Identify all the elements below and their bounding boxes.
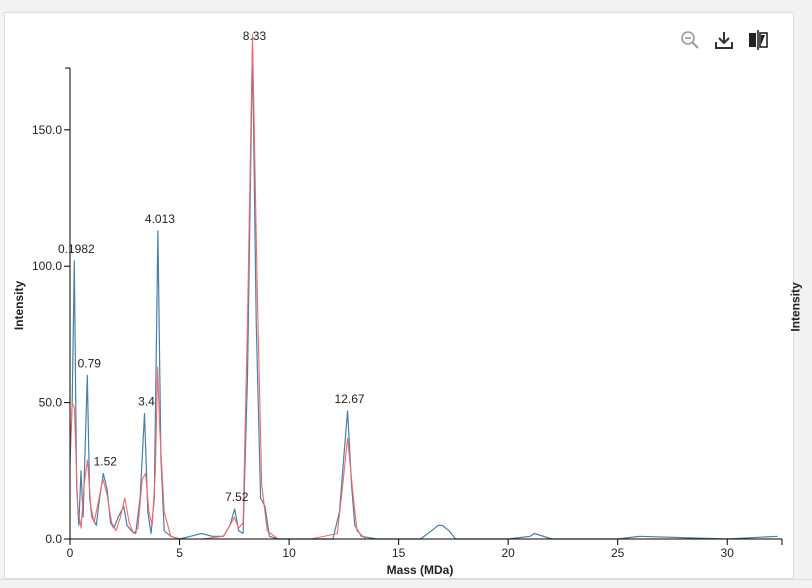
x-tick-label: 5 [176, 546, 183, 560]
peak-label: 0.1982 [58, 242, 95, 256]
peak-label: 12.67 [335, 392, 365, 406]
peak-label: 8.33 [243, 29, 267, 43]
peak-label: 1.52 [94, 455, 118, 469]
y-tick-label: 50.0 [39, 396, 63, 410]
y-axis-label: Intensity [12, 281, 26, 331]
peak-label: 0.79 [78, 356, 102, 370]
x-tick-label: 10 [282, 546, 296, 560]
series-line-1 [69, 47, 778, 540]
peak-label: 7.52 [225, 490, 249, 504]
y-tick-label: 150.0 [32, 123, 62, 137]
y-tick-label: 0.0 [45, 532, 62, 546]
x-tick-label: 20 [501, 546, 515, 560]
series-line-2 [69, 33, 778, 540]
mass-spectrum-chart: 0 5 10 15 20 25 30 0.0 50.0 100.0 150.0 Mass (MDa) I… [12, 29, 783, 577]
x-tick-label: 30 [721, 546, 735, 560]
x-tick-label: 25 [611, 546, 625, 560]
x-axis-label: Mass (MDa) [387, 563, 454, 577]
y-tick-label: 100.0 [32, 259, 62, 273]
x-tick-label: 15 [392, 546, 406, 560]
x-tick-label: 0 [67, 546, 74, 560]
peak-label: 3.4 [138, 395, 155, 409]
peak-label: 4.013 [145, 212, 175, 226]
